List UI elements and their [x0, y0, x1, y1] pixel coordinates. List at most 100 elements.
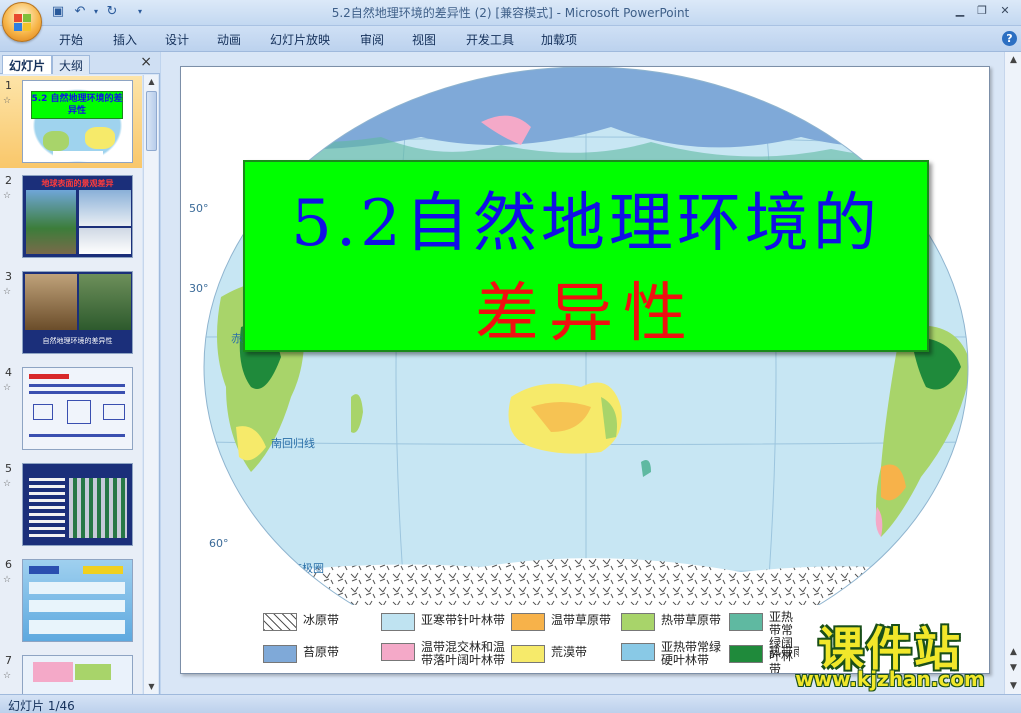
thumbnail-title: 5.2 自然地理环境的差异性 — [31, 94, 123, 116]
legend-label: 亚热带常绿硬叶林带 — [661, 640, 722, 667]
title-bar: ▣ ↶ ▾ ↻ ▾ 5.2自然地理环境的差异性 (2) [兼容模式] - Mic… — [0, 0, 1021, 42]
slide-counter: 幻灯片 1/46 — [8, 699, 75, 713]
scroll-down-icon[interactable]: ▼ — [144, 680, 159, 694]
thumbnail-image — [22, 559, 133, 642]
tab-review[interactable]: 审阅 — [360, 31, 384, 48]
tab-outline[interactable]: 大纲 — [52, 55, 91, 74]
animation-star-icon: ☆ — [3, 479, 12, 489]
legend-swatch — [729, 645, 763, 663]
thumbnail-title: 自然地理环境的差异性 — [42, 337, 113, 345]
restore-button[interactable]: ❐ — [972, 3, 992, 19]
latitude-label: 50° — [189, 202, 209, 215]
tab-view[interactable]: 视图 — [412, 31, 436, 48]
scroll-up-icon[interactable]: ▲ — [144, 75, 159, 89]
legend-swatch — [381, 613, 415, 631]
slide-thumbnail-2[interactable]: 2 ☆ 地球表面的景观差异 — [0, 171, 142, 263]
tab-animations[interactable]: 动画 — [217, 31, 241, 48]
legend-item: 温带草原带 — [511, 609, 621, 633]
slide-number: 3 — [5, 270, 12, 283]
minimize-button[interactable]: ▁ — [950, 3, 970, 19]
ribbon-tabs: 开始 插入 设计 动画 幻灯片放映 审阅 视图 开发工具 加载项 ? — [0, 26, 1021, 52]
legend-swatch — [263, 613, 297, 631]
animation-star-icon: ☆ — [3, 191, 12, 201]
watermark-url: www.kjzhan.com — [795, 667, 985, 691]
slide-number: 5 — [5, 462, 12, 475]
legend-swatch — [511, 613, 545, 631]
thumbnail-title: 地球表面的景观差异 — [41, 179, 114, 188]
thumbnail-image: 5.2 自然地理环境的差异性 — [22, 80, 133, 163]
panel-tabs: 幻灯片 大纲 × — [0, 52, 160, 74]
legend-swatch — [381, 643, 415, 661]
thumbnail-image — [22, 463, 133, 546]
slide-number: 1 — [5, 79, 12, 92]
slide-editor: 赤道 南回归线 南极圈 50° 30° 60° 5.2自然地理环境的 差异性 冰… — [161, 52, 1021, 694]
status-bar: 幻灯片 1/46 — [0, 694, 1021, 713]
close-button[interactable]: ✕ — [995, 3, 1015, 19]
thumbnail-image: 自然地理环境的差异性 — [22, 271, 133, 354]
legend-label: 苔原带 — [303, 645, 340, 659]
animation-star-icon: ☆ — [3, 287, 12, 297]
legend-item: 亚寒带针叶林带 — [381, 609, 505, 633]
help-icon[interactable]: ? — [1002, 31, 1017, 46]
legend-swatch — [621, 613, 655, 631]
legend-label: 亚寒带针叶林带 — [421, 613, 506, 627]
legend-swatch — [729, 613, 763, 631]
world-vegetation-map: 赤道 南回归线 南极圈 50° 30° 60° — [181, 67, 989, 673]
close-panel-icon[interactable]: × — [140, 54, 152, 70]
thumbnail-list: 1 ☆ 5.2 自然地理环境的差异性 2 ☆ 地球表面的景观差异 3 ☆ 自然地… — [0, 75, 142, 694]
legend-swatch — [263, 645, 297, 663]
animation-star-icon: ☆ — [3, 671, 12, 681]
scroll-up-icon[interactable]: ▲ — [1005, 52, 1021, 68]
slide-canvas[interactable]: 赤道 南回归线 南极圈 50° 30° 60° 5.2自然地理环境的 差异性 冰… — [180, 66, 990, 674]
office-logo-icon — [14, 14, 32, 32]
legend-label: 温带混交林和温带落叶阔叶林带 — [421, 640, 506, 667]
tab-design[interactable]: 设计 — [165, 31, 189, 48]
legend-item: 温带混交林和温带落叶阔叶林带 — [381, 639, 505, 667]
legend-item: 冰原带 — [263, 609, 373, 633]
animation-star-icon: ☆ — [3, 383, 12, 393]
thumbnail-image: 地球表面的景观差异 — [22, 175, 133, 258]
slide-title-line2: 差异性 — [475, 277, 697, 351]
slide-number: 6 — [5, 558, 12, 571]
slide-thumbnail-7[interactable]: 7 ☆ — [0, 651, 142, 694]
tropic-label: 南回归线 — [271, 436, 315, 450]
tab-slides[interactable]: 幻灯片 — [2, 55, 53, 74]
office-button[interactable] — [2, 2, 42, 42]
legend-label: 温带草原带 — [551, 613, 612, 627]
slide-number: 2 — [5, 174, 12, 187]
legend-item: 荒漠带 — [511, 641, 621, 665]
tab-home[interactable]: 开始 — [59, 31, 83, 48]
slide-thumbnail-6[interactable]: 6 ☆ — [0, 555, 142, 647]
slide-thumbnail-1[interactable]: 1 ☆ 5.2 自然地理环境的差异性 — [0, 76, 142, 168]
panel-scrollbar[interactable]: ▲ ▼ — [143, 75, 158, 694]
slide-thumbnail-5[interactable]: 5 ☆ — [0, 459, 142, 551]
editor-scrollbar[interactable]: ▲ ▲ ▼ ▼ — [1004, 52, 1021, 694]
slide-number: 7 — [5, 654, 12, 667]
thumbnail-image — [22, 655, 133, 694]
legend-item: 亚热带常绿硬叶林带 — [621, 639, 731, 667]
tab-developer[interactable]: 开发工具 — [466, 31, 514, 48]
watermark-logo: 课件站 www.kjzhan.com — [770, 613, 1010, 693]
tab-insert[interactable]: 插入 — [113, 31, 137, 48]
slides-panel: 幻灯片 大纲 × 1 ☆ 5.2 自然地理环境的差异性 2 ☆ 地球表面的景观差… — [0, 52, 160, 694]
thumbnail-image — [22, 367, 133, 450]
legend-label: 荒漠带 — [551, 645, 588, 659]
legend-swatch — [621, 643, 655, 661]
slide-title-line1: 5.2自然地理环境的 — [291, 187, 881, 261]
legend-item: 苔原带 — [263, 641, 373, 665]
scroll-thumb[interactable] — [146, 91, 157, 151]
slide-thumbnail-3[interactable]: 3 ☆ 自然地理环境的差异性 — [0, 267, 142, 359]
legend-swatch — [511, 645, 545, 663]
window-title: 5.2自然地理环境的差异性 (2) [兼容模式] - Microsoft Pow… — [331, 6, 690, 20]
legend-label: 冰原带 — [303, 613, 340, 627]
slide-number: 4 — [5, 366, 12, 379]
latitude-label: 60° — [209, 537, 229, 550]
tab-slideshow[interactable]: 幻灯片放映 — [270, 31, 330, 48]
latitude-label: 30° — [189, 282, 209, 295]
slide-thumbnail-4[interactable]: 4 ☆ — [0, 363, 142, 455]
title-textbox[interactable]: 5.2自然地理环境的 差异性 — [243, 160, 929, 352]
animation-star-icon: ☆ — [3, 96, 12, 106]
legend-label: 热带草原带 — [661, 613, 722, 627]
tab-addins[interactable]: 加载项 — [541, 31, 577, 48]
legend-item: 热带草原带 — [621, 609, 731, 633]
